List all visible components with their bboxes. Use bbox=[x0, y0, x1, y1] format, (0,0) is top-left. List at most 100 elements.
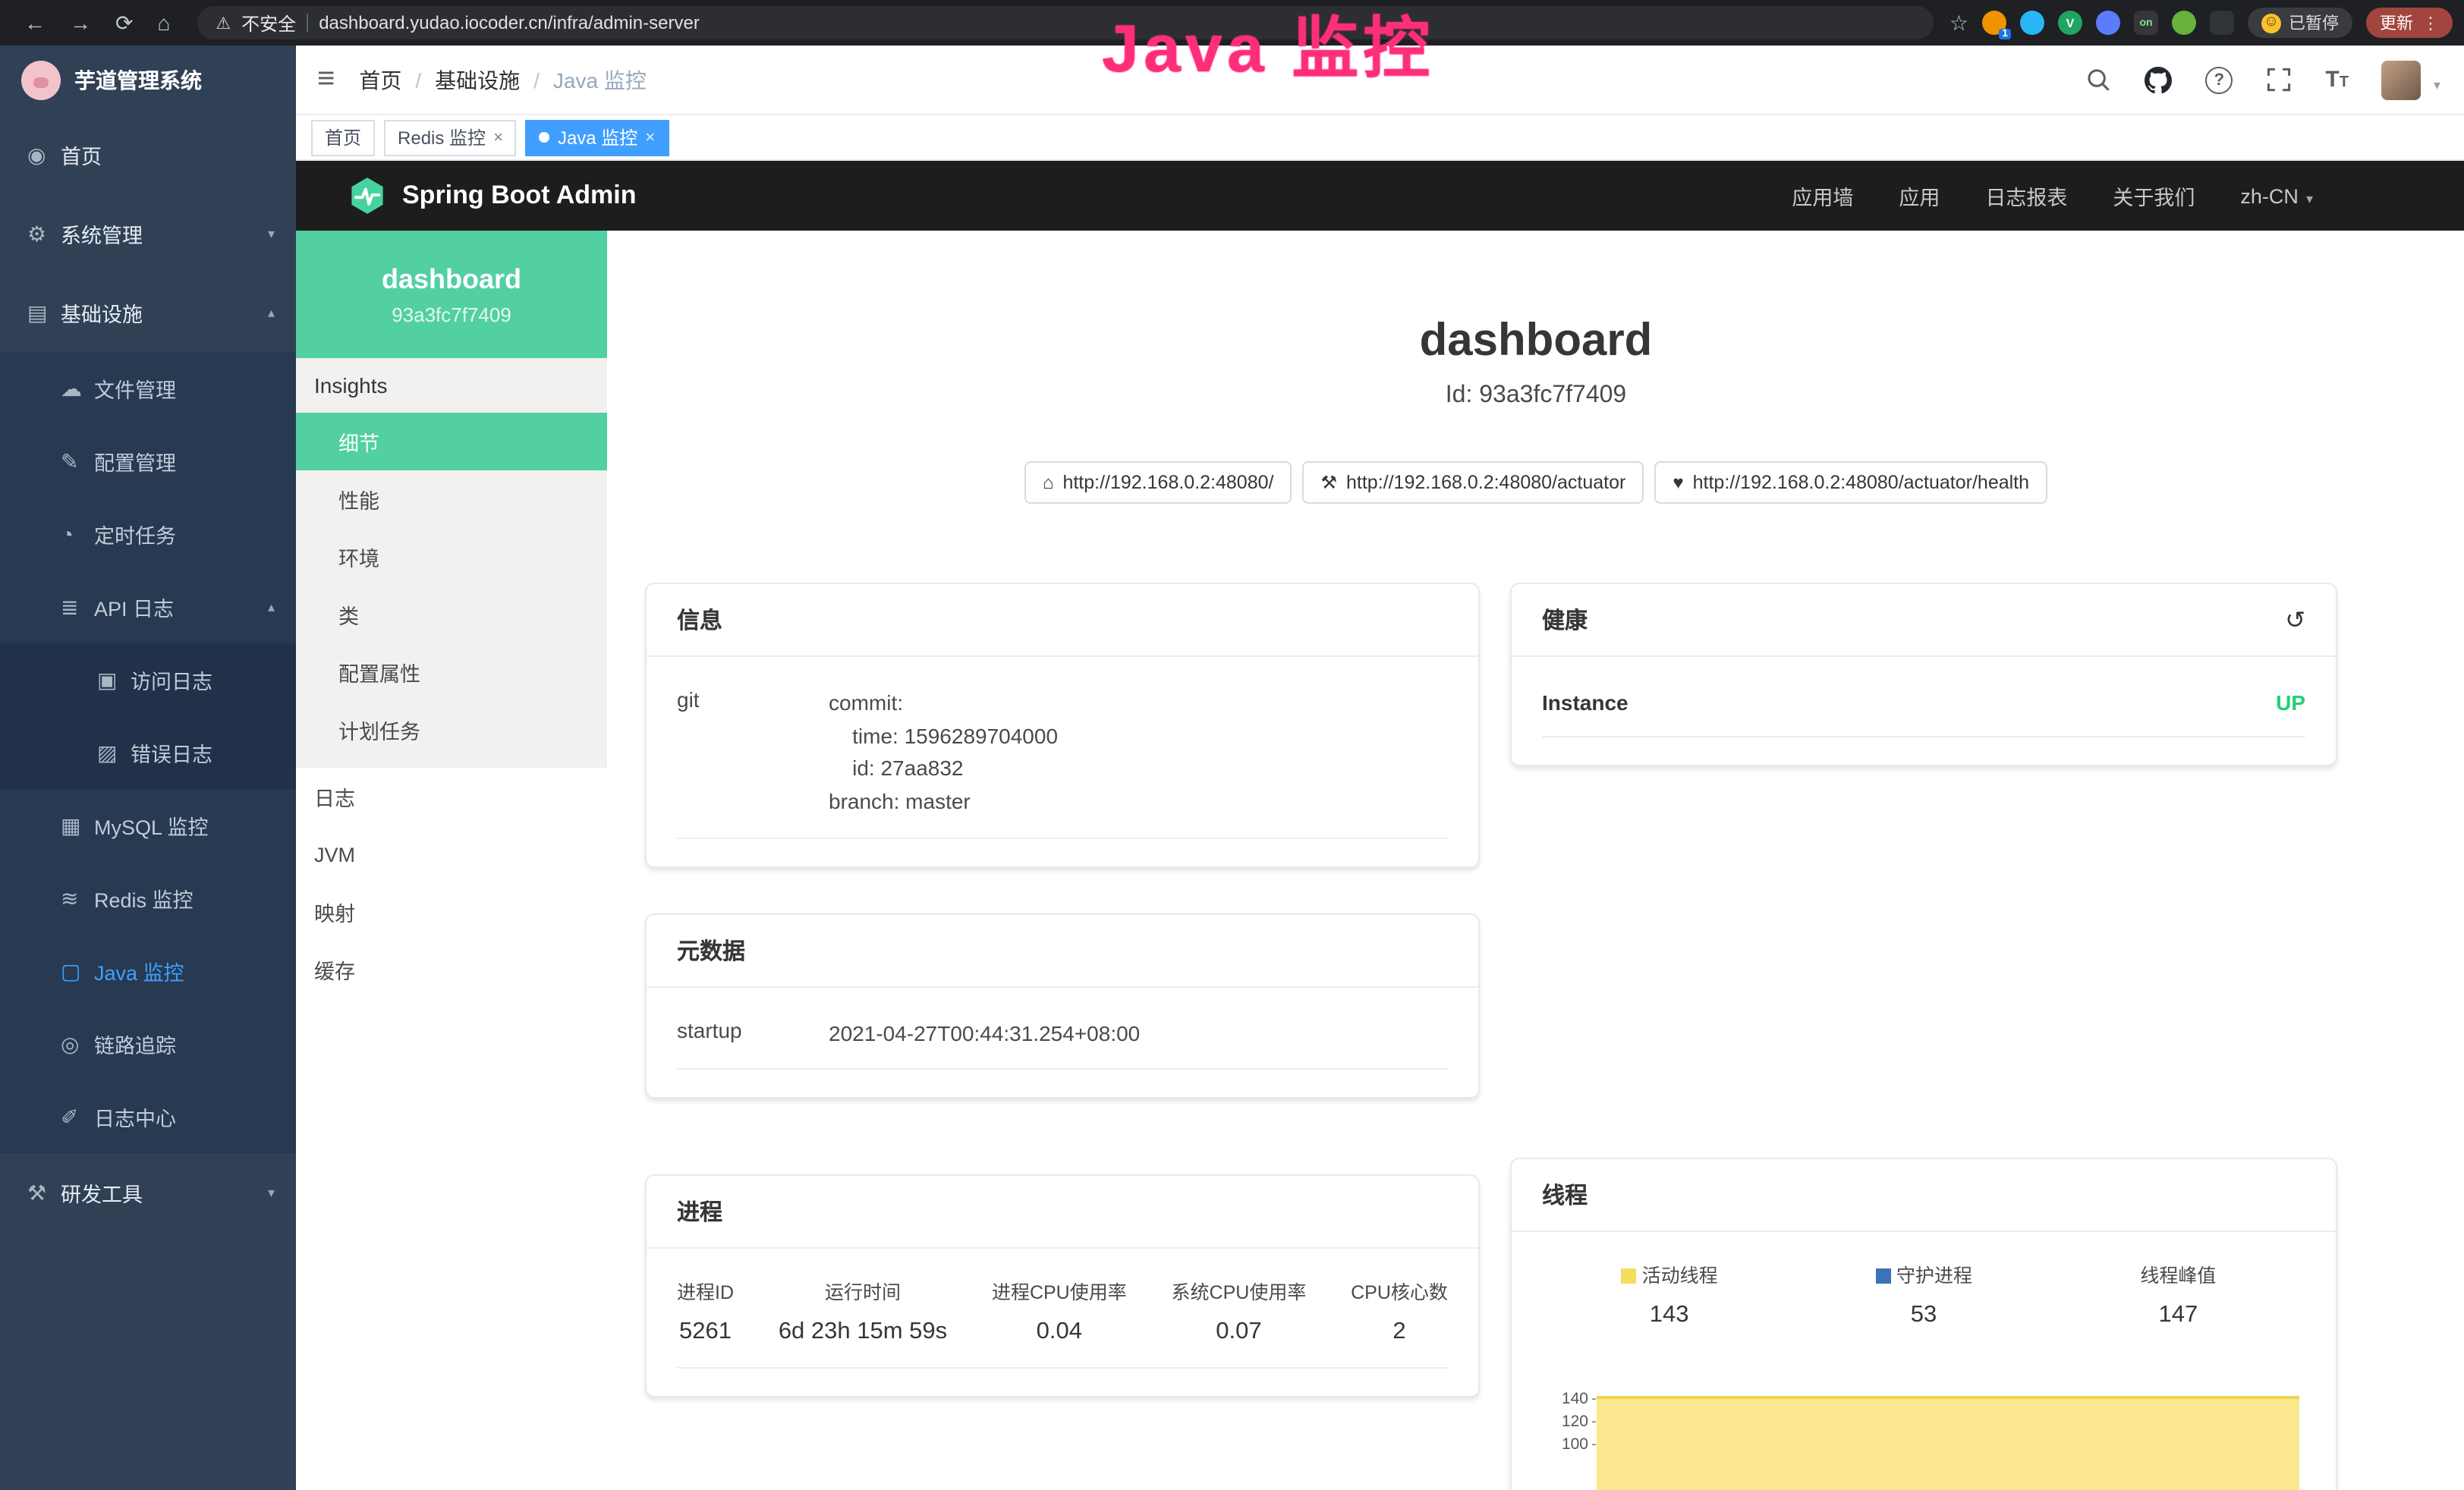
instance-link-health[interactable]: ♥ http://192.168.0.2:48080/actuator/heal… bbox=[1654, 461, 2047, 504]
font-size-icon[interactable]: TT bbox=[2325, 67, 2349, 93]
sidebar-item-home[interactable]: ◉ 首页 bbox=[0, 115, 296, 194]
sidebar-item-log-center[interactable]: ✐ 日志中心 bbox=[0, 1080, 296, 1153]
infra-submenu: ☁ 文件管理 ✎ 配置管理 ◔ 定时任务 ≣ API 日志 ▴ bbox=[0, 352, 296, 1153]
health-card: 健康 ↺ Instance UP bbox=[1510, 583, 2337, 766]
infra-icon: ▤ bbox=[27, 300, 61, 325]
reload-icon[interactable]: ⟳ bbox=[115, 10, 133, 36]
menu-kebab-icon[interactable]: ⋮ bbox=[2422, 13, 2439, 33]
metadata-key: startup bbox=[677, 1018, 829, 1051]
daemon-threads-swatch bbox=[1875, 1268, 1890, 1284]
extension-icon[interactable] bbox=[2020, 11, 2044, 35]
sba-brand[interactable]: Spring Boot Admin bbox=[348, 176, 637, 215]
sidebar-item-config[interactable]: ✎ 配置管理 bbox=[0, 425, 296, 498]
page-title: dashboard bbox=[607, 316, 2464, 367]
sba-item-jvm[interactable]: JVM bbox=[296, 825, 607, 883]
update-button[interactable]: 更新 ⋮ bbox=[2366, 8, 2453, 38]
process-card: 进程 进程ID 5261 运行时间 6d 23h 15m 59 bbox=[645, 1175, 1480, 1398]
sidebar-toggle-icon[interactable]: ≡ bbox=[317, 62, 335, 97]
sidebar-item-api-log[interactable]: ≣ API 日志 ▴ bbox=[0, 571, 296, 643]
info-card: 信息 git commit: time: 1596289704000 id: 2… bbox=[645, 583, 1480, 868]
info-card-title: 信息 bbox=[677, 604, 722, 636]
sidebar-item-mysql[interactable]: ▦ MySQL 监控 bbox=[0, 789, 296, 862]
extension-icon[interactable]: V bbox=[2058, 11, 2082, 35]
sba-item-props[interactable]: 配置属性 bbox=[296, 643, 607, 701]
sba-item-mappings[interactable]: 映射 bbox=[296, 883, 607, 941]
metadata-card: 元数据 startup 2021-04-27T00:44:31.254+08:0… bbox=[645, 913, 1480, 1099]
sidebar-item-trace[interactable]: ◎ 链路追踪 bbox=[0, 1007, 296, 1080]
sidebar-item-devtools[interactable]: ⚒ 研发工具 ▾ bbox=[0, 1153, 296, 1232]
paused-badge[interactable]: ☺ 已暂停 bbox=[2248, 8, 2352, 38]
home-icon[interactable]: ⌂ bbox=[157, 11, 170, 35]
info-row-git: git commit: time: 1596289704000 id: 27aa… bbox=[677, 666, 1448, 839]
instance-header[interactable]: dashboard 93a3fc7f7409 bbox=[296, 231, 607, 358]
sba-nav-applications[interactable]: 应用 bbox=[1899, 181, 1940, 211]
sba-main: dashboard Id: 93a3fc7f7409 ⌂ http://192.… bbox=[607, 231, 2464, 1490]
info-key: git bbox=[677, 687, 829, 819]
sidebar-item-redis[interactable]: ≋ Redis 监控 bbox=[0, 862, 296, 935]
tagsview-tab-java[interactable]: Java 监控 × bbox=[526, 119, 669, 156]
health-row-instance[interactable]: Instance UP bbox=[1542, 666, 2305, 737]
sba-locale-select[interactable]: zh-CN▾ bbox=[2240, 184, 2313, 207]
instance-link-root[interactable]: ⌂ http://192.168.0.2:48080/ bbox=[1024, 461, 1292, 504]
sba-item-performance[interactable]: 性能 bbox=[296, 470, 607, 528]
sba-item-caches[interactable]: 缓存 bbox=[296, 941, 607, 998]
close-icon[interactable]: × bbox=[645, 128, 655, 146]
tagsview-tab-redis[interactable]: Redis 监控 × bbox=[384, 119, 517, 156]
fullscreen-icon[interactable] bbox=[2266, 67, 2292, 93]
extension-badge: 1 bbox=[1999, 29, 2011, 39]
sba-navbar: Spring Boot Admin 应用墙 应用 日志报表 关于我们 zh-CN… bbox=[296, 161, 2464, 231]
help-icon[interactable]: ? bbox=[2205, 66, 2233, 93]
instance-link-actuator[interactable]: ⚒ http://192.168.0.2:48080/actuator bbox=[1302, 461, 1644, 504]
caret-down-icon: ▾ bbox=[2306, 190, 2313, 206]
tagsview-tab-home[interactable]: 首页 bbox=[311, 119, 375, 156]
metadata-value: 2021-04-27T00:44:31.254+08:00 bbox=[829, 1018, 1140, 1051]
extension-icon[interactable] bbox=[2096, 11, 2120, 35]
sba-nav-about[interactable]: 关于我们 bbox=[2113, 181, 2195, 211]
breadcrumb-home[interactable]: 首页 bbox=[359, 64, 401, 95]
extension-icon[interactable] bbox=[2172, 11, 2196, 35]
sidebar-item-file[interactable]: ☁ 文件管理 bbox=[0, 352, 296, 425]
avatar[interactable] bbox=[2382, 60, 2422, 99]
sba-frame: Spring Boot Admin 应用墙 应用 日志报表 关于我们 zh-CN… bbox=[296, 161, 2464, 1490]
sba-item-env[interactable]: 环境 bbox=[296, 528, 607, 586]
back-icon[interactable]: ← bbox=[24, 11, 46, 35]
cards-area: 信息 git commit: time: 1596289704000 id: 2… bbox=[645, 583, 2464, 1490]
history-icon[interactable]: ↺ bbox=[2285, 605, 2305, 635]
sba-item-scheduled[interactable]: 计划任务 bbox=[296, 701, 607, 759]
stat-pid: 进程ID 5261 bbox=[677, 1277, 734, 1347]
sidebar-item-access-log[interactable]: ▣ 访问日志 bbox=[0, 643, 296, 716]
sba-item-details[interactable]: 细节 bbox=[296, 413, 607, 470]
instance-id: 93a3fc7f7409 bbox=[392, 303, 511, 325]
forward-icon[interactable]: → bbox=[70, 11, 91, 35]
extension-icon[interactable] bbox=[2210, 11, 2234, 35]
insights-label: Insights bbox=[296, 358, 607, 413]
chevron-down-icon: ▾ bbox=[268, 1184, 275, 1201]
sidebar-item-system[interactable]: ⚙ 系统管理 ▾ bbox=[0, 194, 296, 273]
sidebar-item-error-log[interactable]: ▨ 错误日志 bbox=[0, 716, 296, 789]
sidebar-item-infra[interactable]: ▤ 基础设施 ▴ bbox=[0, 273, 296, 352]
sba-sidebar: dashboard 93a3fc7f7409 Insights 细节 性能 环境… bbox=[296, 231, 607, 1490]
sidebar-item-java[interactable]: ▢ Java 监控 bbox=[0, 935, 296, 1007]
search-icon[interactable] bbox=[2085, 67, 2111, 93]
app-logo-icon bbox=[21, 61, 61, 100]
sba-item-logs[interactable]: 日志 bbox=[296, 768, 607, 825]
bookmark-star-icon[interactable]: ☆ bbox=[1949, 10, 1968, 36]
process-stats: 进程ID 5261 运行时间 6d 23h 15m 59s 进程CPU使用率 bbox=[677, 1259, 1448, 1369]
sba-nav-journal[interactable]: 日志报表 bbox=[1985, 181, 2067, 211]
sba-item-classes[interactable]: 类 bbox=[296, 586, 607, 643]
extension-icon[interactable]: 1 bbox=[1982, 11, 2006, 35]
address-bar[interactable]: ⚠ 不安全 dashboard.yudao.iocoder.cn/infra/a… bbox=[197, 6, 1934, 39]
close-icon[interactable]: × bbox=[493, 128, 503, 146]
gear-icon: ⚙ bbox=[27, 221, 61, 247]
breadcrumb-separator: / bbox=[533, 68, 540, 92]
breadcrumb-infra[interactable]: 基础设施 bbox=[435, 64, 520, 95]
extension-icon[interactable]: on bbox=[2134, 11, 2158, 35]
github-icon[interactable] bbox=[2145, 66, 2172, 93]
threads-card: 线程 活动线程 143 守护进程 53 bbox=[1510, 1158, 2337, 1490]
log-center-icon: ✐ bbox=[61, 1104, 94, 1130]
sba-nav-wall[interactable]: 应用墙 bbox=[1792, 181, 1853, 211]
stat-system-cpu: 系统CPU使用率 0.07 bbox=[1172, 1277, 1307, 1347]
screen: ← → ⟳ ⌂ ⚠ 不安全 dashboard.yudao.iocoder.cn… bbox=[0, 0, 2464, 1490]
tools-icon: ⚒ bbox=[27, 1180, 61, 1206]
sidebar-item-job[interactable]: ◔ 定时任务 bbox=[0, 498, 296, 571]
